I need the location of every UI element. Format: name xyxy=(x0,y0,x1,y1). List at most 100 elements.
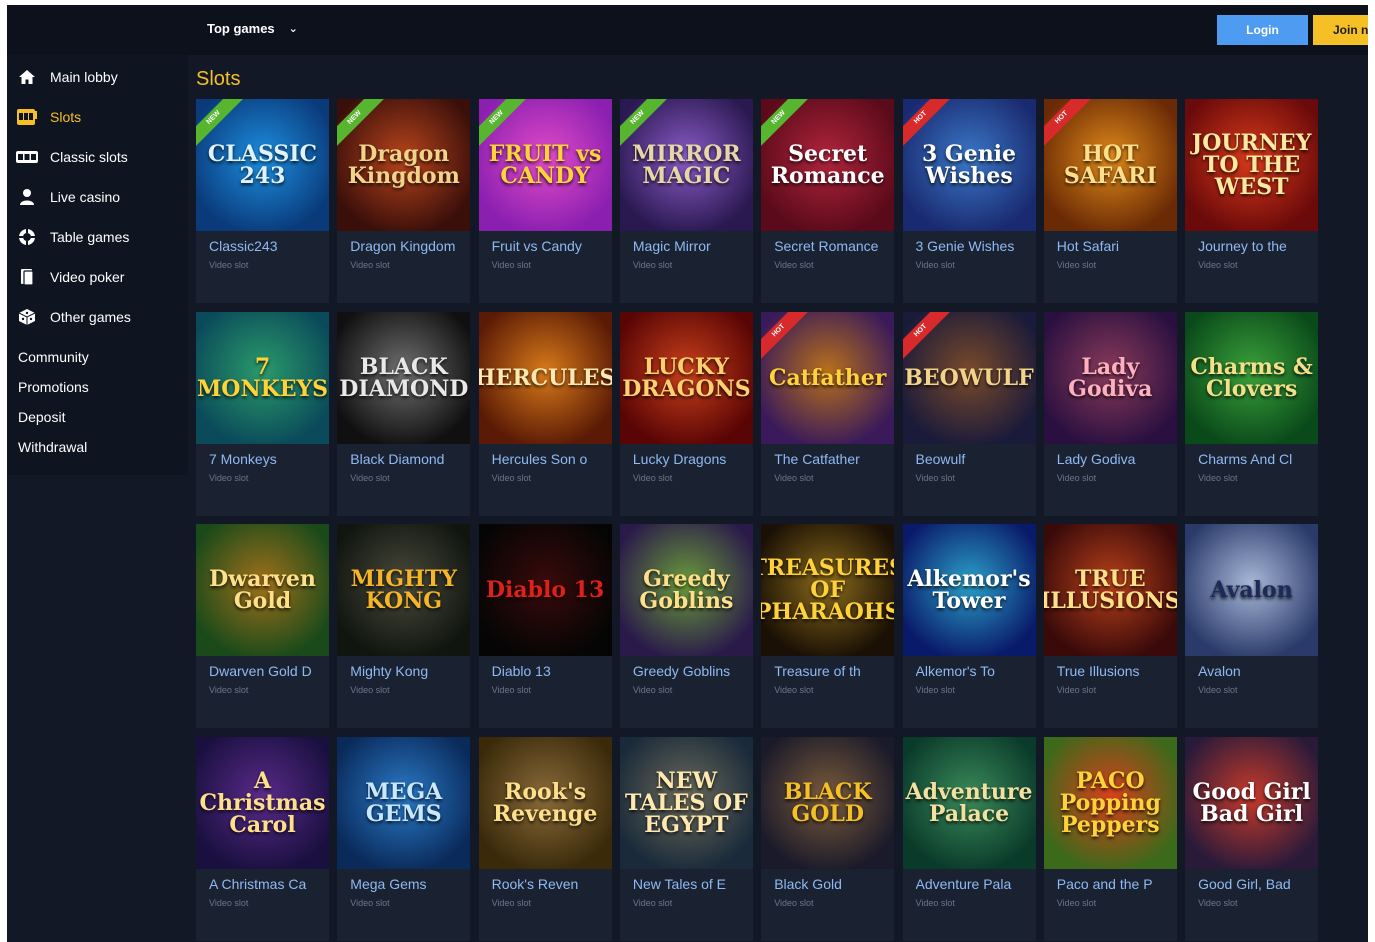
game-thumbnail[interactable]: FRUIT vs CANDY NEW xyxy=(478,99,612,231)
game-title[interactable]: Dwarven Gold D xyxy=(209,663,327,679)
game-thumbnail[interactable]: Secret Romance NEW xyxy=(761,99,895,231)
game-thumbnail[interactable]: BEOWULF HOT xyxy=(902,311,1036,444)
game-title[interactable]: Mighty Kong xyxy=(350,663,468,679)
join-button[interactable]: Join n xyxy=(1313,15,1368,45)
game-title[interactable]: Classic243 xyxy=(209,238,327,254)
game-title[interactable]: Dragon Kingdom xyxy=(350,238,468,254)
top-games-dropdown[interactable]: Top games ⌄ xyxy=(207,21,298,36)
sidebar-item-main-lobby[interactable]: Main lobby xyxy=(7,57,188,97)
game-title[interactable]: True Illusions xyxy=(1057,663,1175,679)
game-thumbnail[interactable]: HERCULES xyxy=(478,311,612,444)
game-title[interactable]: Lady Godiva xyxy=(1057,451,1175,467)
game-thumbnail[interactable]: JOURNEY TO THE WEST xyxy=(1185,99,1319,231)
game-thumbnail[interactable]: BLACK DIAMOND xyxy=(337,311,471,444)
game-thumbnail[interactable]: MIGHTY KONG xyxy=(337,524,471,656)
game-title[interactable]: Hercules Son o xyxy=(492,451,610,467)
game-card[interactable]: MIRROR MAGIC NEW Magic Mirror Video slot xyxy=(619,99,753,303)
game-title[interactable]: The Catfather xyxy=(774,451,892,467)
game-title[interactable]: Secret Romance xyxy=(774,238,892,254)
game-title[interactable]: Mega Gems xyxy=(350,876,468,892)
game-title[interactable]: Magic Mirror xyxy=(633,238,751,254)
sidebar-item-live-casino[interactable]: Live casino xyxy=(7,177,188,217)
game-card[interactable]: Dwarven Gold Dwarven Gold D Video slot xyxy=(196,524,329,728)
game-title[interactable]: Diablo 13 xyxy=(492,663,610,679)
game-thumbnail[interactable]: Diablo 13 xyxy=(478,524,612,656)
sidebar-link-community[interactable]: Community xyxy=(18,349,89,365)
game-title[interactable]: Hot Safari xyxy=(1057,238,1175,254)
game-title[interactable]: Charms And Cl xyxy=(1198,451,1316,467)
game-thumbnail[interactable]: Catfather HOT xyxy=(761,311,895,444)
game-thumbnail[interactable]: HOT SAFARI HOT xyxy=(1043,99,1177,231)
game-card[interactable]: Rook's Revenge Rook's Reven Video slot xyxy=(478,736,612,941)
game-card[interactable]: MEGA GEMS Mega Gems Video slot xyxy=(337,736,471,941)
game-card[interactable]: FRUIT vs CANDY NEW Fruit vs Candy Video slo… xyxy=(478,99,612,303)
game-title[interactable]: Good Girl, Bad xyxy=(1198,876,1316,892)
game-card[interactable]: Dragon Kingdom NEW Dragon Kingdom Video slo… xyxy=(337,99,471,303)
game-title[interactable]: Rook's Reven xyxy=(492,876,610,892)
game-card[interactable]: LUCKY DRAGONS Lucky Dragons Video slot xyxy=(619,311,753,516)
game-card[interactable]: Catfather HOT The Catfather Video slot xyxy=(761,311,895,516)
game-thumbnail[interactable]: LUCKY DRAGONS xyxy=(619,311,753,444)
game-thumbnail[interactable]: Good Girl Bad Girl xyxy=(1185,736,1319,869)
game-thumbnail[interactable]: MIRROR MAGIC NEW xyxy=(619,99,753,231)
game-title[interactable]: 3 Genie Wishes xyxy=(916,238,1034,254)
game-thumbnail[interactable]: Lady Godiva xyxy=(1043,311,1177,444)
game-thumbnail[interactable]: Charms & Clovers xyxy=(1185,311,1319,444)
game-card[interactable]: HERCULES Hercules Son o Video slot xyxy=(478,311,612,516)
sidebar-item-slots[interactable]: Slots xyxy=(7,97,188,137)
game-title[interactable]: Treasure of th xyxy=(774,663,892,679)
sidebar-item-table-games[interactable]: Table games xyxy=(7,217,188,257)
game-title[interactable]: Fruit vs Candy xyxy=(492,238,610,254)
sidebar-link-withdrawal[interactable]: Withdrawal xyxy=(18,439,87,455)
game-thumbnail[interactable]: Dwarven Gold xyxy=(196,524,329,656)
game-card[interactable]: 3 Genie Wishes HOT 3 Genie Wishes Video slo… xyxy=(902,99,1036,303)
game-thumbnail[interactable]: A Christmas Carol xyxy=(196,736,329,869)
sidebar-link-deposit[interactable]: Deposit xyxy=(18,409,65,425)
login-button[interactable]: Login xyxy=(1217,15,1308,45)
game-title[interactable]: Adventure Pala xyxy=(916,876,1034,892)
game-thumbnail[interactable]: MEGA GEMS xyxy=(337,736,471,869)
game-card[interactable]: Alkemor's Tower Alkemor's To Video slot xyxy=(902,524,1036,728)
game-card[interactable]: MIGHTY KONG Mighty Kong Video slot xyxy=(337,524,471,728)
sidebar-link-promotions[interactable]: Promotions xyxy=(18,379,89,395)
game-thumbnail[interactable]: NEW TALES OF EGYPT xyxy=(619,736,753,869)
game-title[interactable]: Black Diamond xyxy=(350,451,468,467)
game-thumbnail[interactable]: Alkemor's Tower xyxy=(902,524,1036,656)
game-card[interactable]: TRUE ILLUSIONS True Illusions Video slot xyxy=(1043,524,1177,728)
game-title[interactable]: A Christmas Ca xyxy=(209,876,327,892)
game-title[interactable]: Journey to the xyxy=(1198,238,1316,254)
game-title[interactable]: Avalon xyxy=(1198,663,1316,679)
game-title[interactable]: Black Gold xyxy=(774,876,892,892)
game-title[interactable]: Alkemor's To xyxy=(916,663,1034,679)
game-card[interactable]: CLASSIC 243 NEW Classic243 Video slot xyxy=(196,99,329,303)
game-thumbnail[interactable]: PACO Popping Peppers xyxy=(1043,736,1177,869)
game-thumbnail[interactable]: Avalon xyxy=(1185,524,1319,656)
game-card[interactable]: HOT SAFARI HOT Hot Safari Video slot xyxy=(1043,99,1177,303)
game-card[interactable]: 7 MONKEYS 7 Monkeys Video slot xyxy=(196,311,329,516)
game-thumbnail[interactable]: BLACK GOLD xyxy=(761,736,895,869)
game-card[interactable]: BLACK GOLD Black Gold Video slot xyxy=(761,736,895,941)
game-thumbnail[interactable]: Adventure Palace xyxy=(902,736,1036,869)
game-card[interactable]: BEOWULF HOT Beowulf Video slot xyxy=(902,311,1036,516)
game-card[interactable]: Lady Godiva Lady Godiva Video slot xyxy=(1043,311,1177,516)
game-thumbnail[interactable]: CLASSIC 243 NEW xyxy=(196,99,329,231)
game-card[interactable]: A Christmas Carol A Christmas Ca Video slo… xyxy=(196,736,329,941)
game-title[interactable]: 7 Monkeys xyxy=(209,451,327,467)
game-card[interactable]: TREASURES OF PHARAOHS Treasure of th Video… xyxy=(761,524,895,728)
game-card[interactable]: BLACK DIAMOND Black Diamond Video slot xyxy=(337,311,471,516)
game-title[interactable]: Greedy Goblins xyxy=(633,663,751,679)
game-thumbnail[interactable]: 7 MONKEYS xyxy=(196,311,329,444)
game-thumbnail[interactable]: 3 Genie Wishes HOT xyxy=(902,99,1036,231)
game-card[interactable]: Charms & Clovers Charms And Cl Video slot xyxy=(1185,311,1319,516)
sidebar-item-classic-slots[interactable]: Classic slots xyxy=(7,137,188,177)
game-thumbnail[interactable]: TREASURES OF PHARAOHS xyxy=(761,524,895,656)
game-card[interactable]: Avalon Avalon Video slot xyxy=(1185,524,1319,728)
game-card[interactable]: JOURNEY TO THE WEST Journey to the Video s… xyxy=(1185,99,1319,303)
game-card[interactable]: PACO Popping Peppers Paco and the P Video … xyxy=(1043,736,1177,941)
game-thumbnail[interactable]: Greedy Goblins xyxy=(619,524,753,656)
game-title[interactable]: Paco and the P xyxy=(1057,876,1175,892)
game-title[interactable]: Lucky Dragons xyxy=(633,451,751,467)
sidebar-item-video-poker[interactable]: Video poker xyxy=(7,257,188,297)
game-card[interactable]: Secret Romance NEW Secret Romance Video slo… xyxy=(761,99,895,303)
game-title[interactable]: New Tales of E xyxy=(633,876,751,892)
